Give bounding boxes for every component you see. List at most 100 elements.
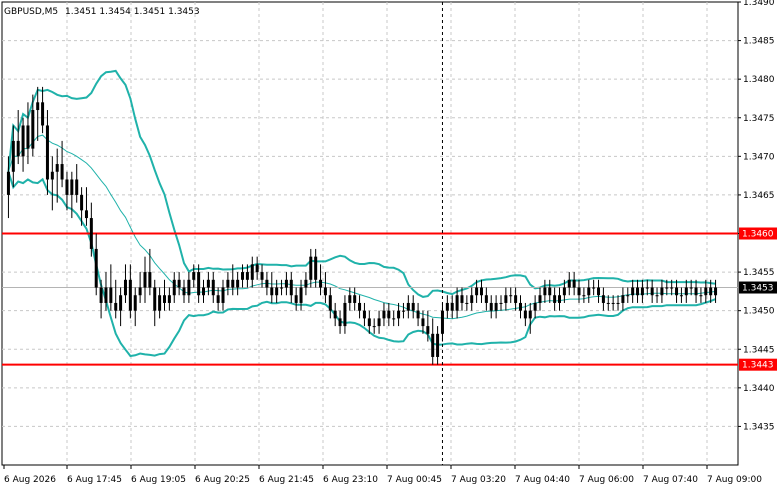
candle-body <box>450 302 454 311</box>
candle-body <box>226 279 230 288</box>
candle-body <box>684 287 688 296</box>
price-chart[interactable]: 1.3490 1.3485 1.3480 1.3475 1.3470 1.3465 1.34… <box>0 0 781 489</box>
candle-body <box>255 264 259 273</box>
candle-body <box>533 302 537 311</box>
x-tick-label: 7 Aug 03:20 <box>451 475 506 485</box>
candle-body <box>70 179 74 195</box>
x-tick-label: 6 Aug 21:45 <box>259 475 314 485</box>
candle-body <box>640 287 644 296</box>
candle-body <box>109 287 113 303</box>
candle-body <box>41 102 45 126</box>
candle-body <box>231 279 235 288</box>
candle-body <box>538 295 542 303</box>
candle-body <box>65 179 69 195</box>
candle-body <box>587 287 591 296</box>
candle-body <box>499 302 503 304</box>
candle-body <box>460 295 464 303</box>
candle-body <box>270 287 274 296</box>
candle-body <box>275 287 279 296</box>
candle-body <box>636 287 640 296</box>
candle-body <box>50 171 54 180</box>
y-tick-label: 1.3450 <box>743 307 775 317</box>
candle-body <box>431 333 435 357</box>
candle-body <box>416 310 420 319</box>
candle-body <box>143 272 147 288</box>
candle-body <box>367 318 371 327</box>
candle-body <box>123 279 127 296</box>
candle-body <box>660 287 664 296</box>
candle-body <box>304 279 308 288</box>
candle-body <box>284 279 288 288</box>
ohlc-values: 1.3451 1.3454 1.3451 1.3453 <box>65 7 200 17</box>
candle-body <box>221 287 225 303</box>
candle-body <box>177 279 181 288</box>
level-tag-label: 1.3460 <box>742 230 774 240</box>
candle-body <box>679 295 683 297</box>
candle-body <box>167 295 171 303</box>
candle-body <box>84 210 88 219</box>
candle-body <box>323 287 327 296</box>
candle-body <box>509 295 513 297</box>
candle-body <box>94 248 98 288</box>
candle-body <box>348 295 352 303</box>
candle-body <box>60 164 64 180</box>
candle-body <box>289 279 293 296</box>
candle-body <box>372 326 376 328</box>
candle-body <box>675 287 679 296</box>
symbol-label: GBPUSD,M5 1.3451 1.3454 1.3451 1.3453 <box>4 7 200 17</box>
x-tick-label: 6 Aug 17:45 <box>67 475 122 485</box>
x-tick-label: 7 Aug 06:00 <box>579 475 634 485</box>
candle-body <box>548 287 552 296</box>
candle-body <box>128 279 132 311</box>
candle-body <box>192 272 196 280</box>
candle-body <box>558 295 562 303</box>
y-tick-label: 1.3455 <box>743 268 775 278</box>
candle-body <box>577 287 581 296</box>
candle-body <box>397 310 401 319</box>
y-tick-label: 1.3480 <box>743 75 775 85</box>
candle-body <box>553 295 557 303</box>
candle-body <box>265 279 269 288</box>
candle-body <box>158 295 162 311</box>
candle-body <box>241 272 245 280</box>
candle-body <box>494 302 498 311</box>
time-axis: 6 Aug 2026 6 Aug 17:45 6 Aug 19:05 6 Aug 20… <box>3 465 762 485</box>
candle-body <box>319 279 323 288</box>
y-tick-label: 1.3445 <box>743 345 775 355</box>
candle-body <box>153 287 157 311</box>
y-tick-label: 1.3475 <box>743 114 775 124</box>
candle-body <box>714 287 718 296</box>
candle-body <box>689 287 693 289</box>
candle-body <box>172 279 176 296</box>
candle-body <box>133 295 137 311</box>
candle-body <box>202 287 206 296</box>
candle-body <box>314 256 318 280</box>
candle-body <box>504 295 508 303</box>
y-tick-label: 1.3435 <box>743 422 775 432</box>
candle-body <box>328 295 332 311</box>
candle-body <box>631 287 635 296</box>
candle-body <box>626 295 630 297</box>
candle-body <box>309 256 313 280</box>
candle-body <box>411 302 415 311</box>
candle-body <box>518 302 522 311</box>
candle-body <box>31 110 35 149</box>
candle-body <box>358 302 362 311</box>
candle-body <box>45 125 49 180</box>
candle-body <box>470 295 474 303</box>
candle-body <box>260 272 264 280</box>
candle-body <box>182 287 186 296</box>
candle-body <box>514 295 518 303</box>
candle-body <box>543 287 547 296</box>
candle-body <box>216 295 220 303</box>
candle-body <box>694 287 698 296</box>
candle-body <box>401 310 405 312</box>
candle-body <box>343 302 347 327</box>
candle-body <box>426 326 430 334</box>
candle-body <box>704 287 708 296</box>
candle-body <box>475 287 479 296</box>
candle-body <box>6 171 10 195</box>
x-tick-label: 7 Aug 07:40 <box>643 475 698 485</box>
candle-body <box>606 302 610 304</box>
candle-body <box>592 287 596 289</box>
